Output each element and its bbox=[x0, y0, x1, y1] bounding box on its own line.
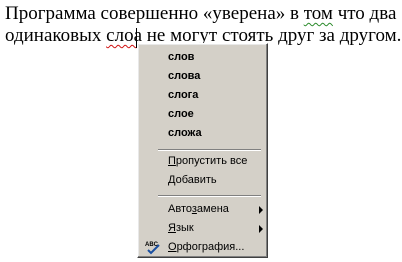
submenu-arrow-icon bbox=[259, 206, 263, 214]
hotkey-letter: О bbox=[168, 241, 177, 253]
menu-separator bbox=[158, 149, 261, 151]
submenu-arrow-icon bbox=[259, 225, 263, 233]
menu-label-text: Авто bbox=[168, 203, 192, 215]
menu-label-text: рфография... bbox=[176, 241, 245, 253]
text-segment: что два bbox=[332, 3, 397, 24]
text-segment: одинаковых bbox=[5, 25, 107, 46]
spelling-dialog-item[interactable]: ABC Орфография... bbox=[138, 238, 267, 257]
suggestion-item[interactable]: слое bbox=[138, 105, 267, 124]
menu-label-text: зык bbox=[175, 222, 194, 234]
suggestion-item[interactable]: слога bbox=[138, 86, 267, 105]
spelling-check-icon: ABC bbox=[145, 242, 160, 255]
ignore-all-item[interactable]: Пропустить все bbox=[138, 152, 267, 171]
menu-label-text: обавить bbox=[175, 174, 217, 186]
text-segment: Программа совершенно «уверена» в bbox=[5, 3, 304, 24]
document-area: Программа совершенно «уверена» в том что… bbox=[0, 0, 402, 262]
language-submenu-item[interactable]: Язык bbox=[138, 219, 267, 238]
grammar-flagged-word[interactable]: том bbox=[304, 3, 333, 24]
menu-label-text: ропустить все bbox=[175, 155, 248, 167]
suggestion-item[interactable]: слова bbox=[138, 67, 267, 86]
add-to-dictionary-item[interactable]: Добавить bbox=[138, 171, 267, 190]
hotkey-letter: Я bbox=[168, 222, 176, 234]
hotkey-letter: Д bbox=[168, 174, 176, 186]
hotkey-letter: П bbox=[168, 155, 176, 167]
menu-separator bbox=[158, 195, 261, 197]
suggestion-item[interactable]: сложа bbox=[138, 124, 267, 143]
document-line-1: Программа совершенно «уверена» в том что… bbox=[5, 3, 396, 25]
spelling-context-menu: слов слова слога слое сложа Пропустить в… bbox=[137, 43, 268, 258]
menu-label-text: амена bbox=[196, 203, 229, 215]
suggestion-item[interactable]: слов bbox=[138, 48, 267, 67]
autocorrect-submenu-item[interactable]: Автозамена bbox=[138, 200, 267, 219]
